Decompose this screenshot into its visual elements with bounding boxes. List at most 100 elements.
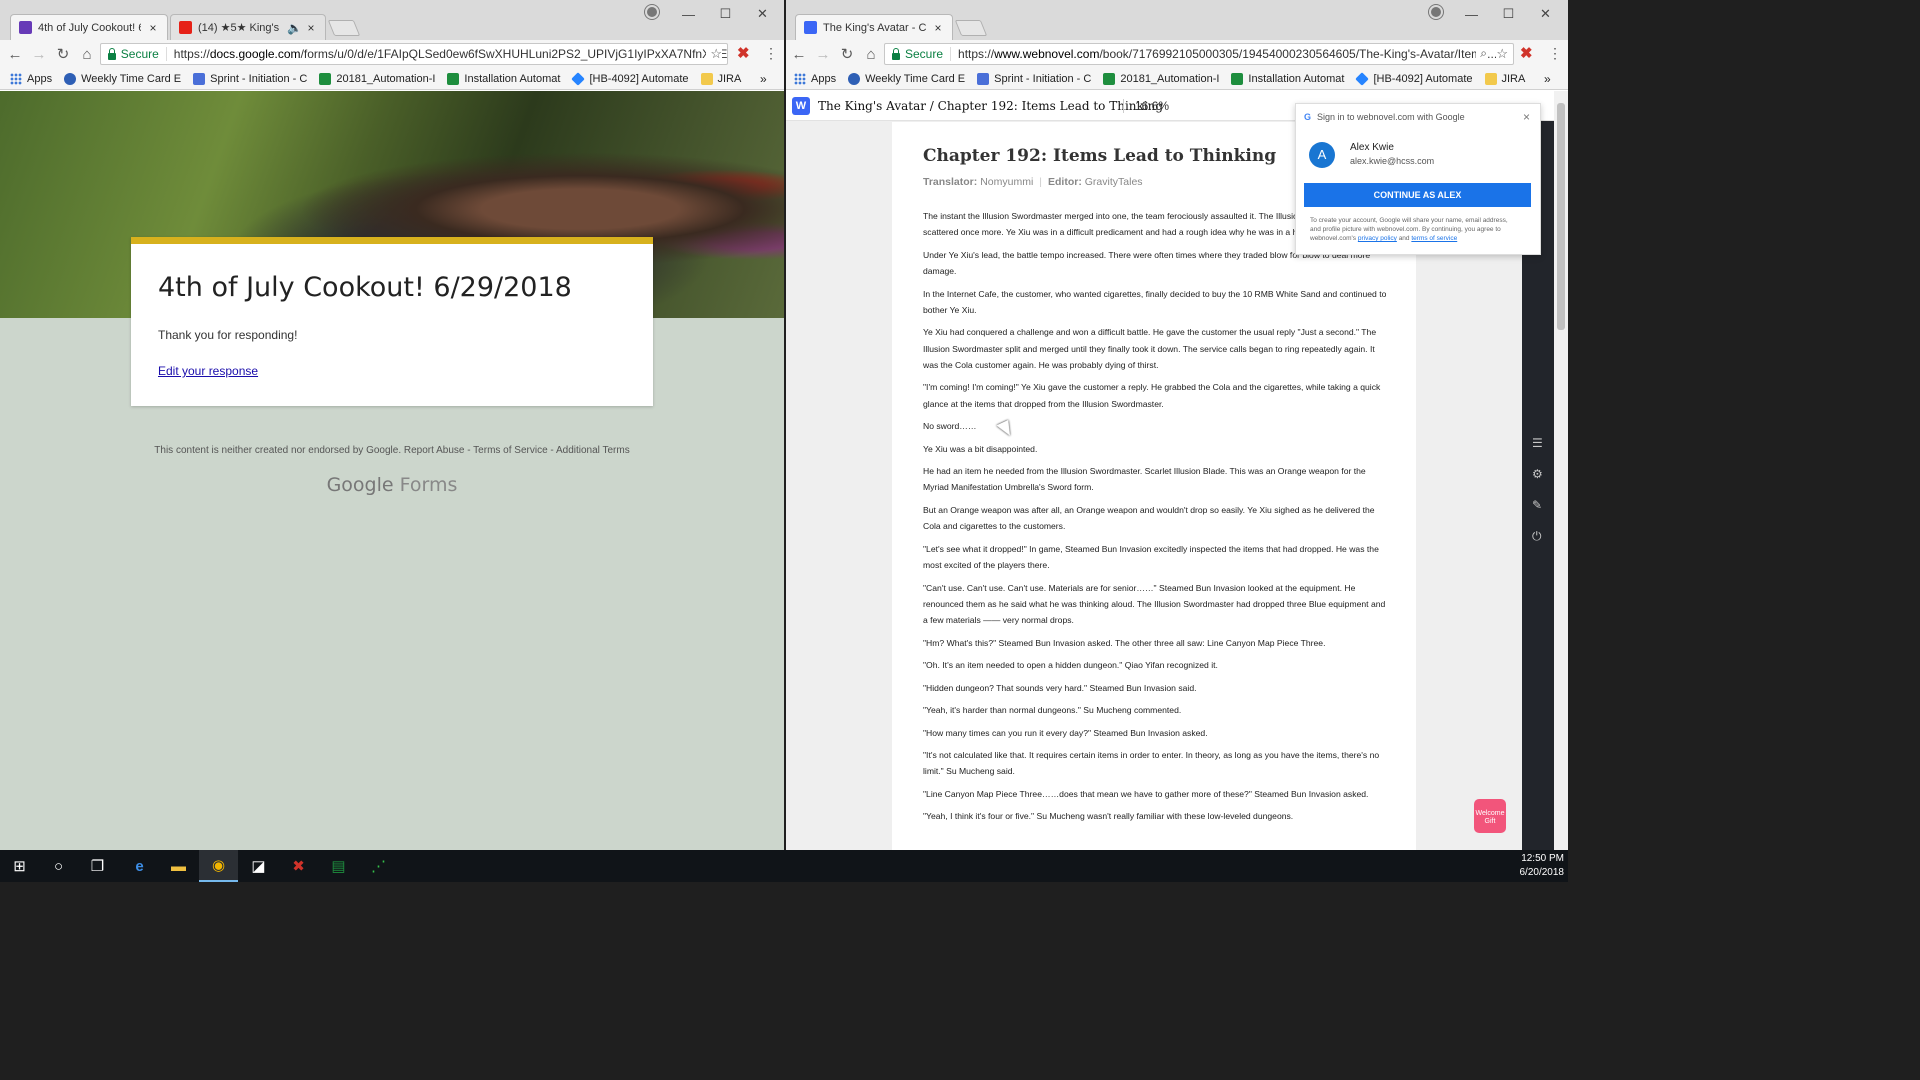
close-window-icon[interactable]: ✕ bbox=[744, 6, 781, 22]
signin-header: G Sign in to webnovel.com with Google bbox=[1304, 112, 1465, 122]
tab-youtube[interactable]: (14) ★5★ King's Avata 🔈 × bbox=[170, 14, 326, 40]
account-name[interactable]: Alex Kwie bbox=[1350, 142, 1394, 153]
sheets-app-icon[interactable]: ▤ bbox=[319, 850, 358, 882]
back-icon[interactable]: ← bbox=[3, 46, 27, 63]
bookmarks-overflow-icon[interactable]: » bbox=[1544, 72, 1551, 86]
sheet-icon bbox=[1231, 72, 1244, 85]
right-browser-window: The King's Avatar - Chap × — ☐ ✕ ← → ↻ ⌂… bbox=[786, 0, 1568, 850]
bookmark-item[interactable]: Installation Automat bbox=[447, 72, 560, 85]
reader-page: W The King's Avatar / Chapter 192: Items… bbox=[786, 91, 1568, 850]
menu-icon[interactable]: ⋮ bbox=[1548, 45, 1562, 62]
close-tab-icon[interactable]: × bbox=[305, 21, 317, 35]
chapter-paragraph: "I'm coming! I'm coming!" Ye Xiu gave th… bbox=[923, 382, 1381, 409]
sheet-icon bbox=[1103, 72, 1116, 85]
bookmark-item[interactable]: JIRA bbox=[1484, 72, 1525, 85]
bookmark-item[interactable]: Sprint - Initiation - C bbox=[977, 72, 1091, 85]
search-cortana-icon[interactable]: ○ bbox=[39, 850, 78, 882]
minimize-icon[interactable]: — bbox=[1453, 7, 1490, 22]
jira-icon bbox=[1355, 71, 1370, 86]
maximize-icon[interactable]: ☐ bbox=[707, 6, 744, 22]
sheet-icon bbox=[447, 72, 460, 85]
comments-icon[interactable]: ✎ bbox=[1532, 498, 1542, 512]
left-browser-window: 4th of July Cookout! 6/29 × (14) ★5★ Kin… bbox=[0, 0, 784, 850]
audio-playing-icon[interactable]: 🔈 bbox=[287, 21, 302, 35]
bookmark-apps[interactable]: Apps bbox=[10, 72, 52, 85]
bookmark-item[interactable]: Sprint - Initiation - C bbox=[193, 72, 307, 85]
system-clock[interactable]: 12:50 PM 6/20/2018 bbox=[1520, 852, 1565, 880]
reload-icon[interactable]: ↻ bbox=[835, 45, 859, 63]
sticky-app-icon[interactable]: ◪ bbox=[239, 850, 278, 882]
extension-icon[interactable]: ✖ bbox=[737, 44, 750, 62]
minimize-icon[interactable]: — bbox=[670, 7, 707, 22]
task-view-icon[interactable]: ❐ bbox=[78, 850, 117, 882]
new-tab-button[interactable] bbox=[954, 20, 988, 36]
address-bar[interactable]: Secure https://www.webnovel.com/book/717… bbox=[884, 43, 1514, 65]
zoom-search-icon[interactable]: ⌕ bbox=[1476, 46, 1487, 61]
file-explorer-icon[interactable]: ▬ bbox=[159, 850, 198, 882]
tab-strip: The King's Avatar - Chap × — ☐ ✕ bbox=[786, 0, 1568, 40]
windows-taskbar: ⊞ ○ ❐ e ▬ ◉ ◪ ✖ ▤ ⋰ 12:50 PM 6/20/2018 bbox=[0, 850, 1568, 882]
bookmark-item[interactable]: 20181_Automation-I bbox=[319, 72, 435, 85]
close-tab-icon[interactable]: × bbox=[147, 21, 159, 35]
home-icon[interactable]: ⌂ bbox=[75, 46, 99, 63]
power-icon[interactable]: ⏻ bbox=[1532, 529, 1542, 544]
bookmark-star-icon[interactable]: ☆ bbox=[706, 46, 722, 62]
settings-icon[interactable]: ⚙ bbox=[1532, 467, 1543, 481]
green-app-icon[interactable]: ⋰ bbox=[359, 850, 398, 882]
bookmark-item[interactable]: Weekly Time Card E bbox=[64, 72, 181, 85]
privacy-policy-link[interactable]: privacy policy bbox=[1358, 235, 1397, 242]
restore-icon[interactable]: ☐ bbox=[1490, 6, 1527, 22]
reload-icon[interactable]: ↻ bbox=[51, 45, 75, 63]
extension-icon[interactable]: ✖ bbox=[1520, 44, 1533, 62]
start-windows-icon[interactable]: ⊞ bbox=[0, 850, 39, 882]
tools-app-icon[interactable]: ✖ bbox=[279, 850, 318, 882]
bookmark-star-icon[interactable]: ☆ bbox=[1496, 46, 1508, 62]
terms-link[interactable]: terms of service bbox=[1411, 235, 1457, 242]
chapter-paragraph: "How many times can you run it every day… bbox=[923, 727, 1208, 738]
scroll-thumb[interactable] bbox=[1557, 103, 1565, 330]
account-avatar[interactable]: A bbox=[1309, 142, 1335, 168]
bookmark-item[interactable]: [HB-4092] Automate bbox=[1355, 71, 1473, 86]
chapter-paragraph: "Hidden dungeon? That sounds very hard."… bbox=[923, 682, 1197, 693]
google-signin-popup: G Sign in to webnovel.com with Google × A… bbox=[1295, 103, 1541, 255]
account-email[interactable]: alex.kwie@hcss.com bbox=[1350, 156, 1434, 166]
chapter-paragraph: "Line Canyon Map Piece Three……does that … bbox=[923, 788, 1369, 799]
close-window-icon[interactable]: ✕ bbox=[1527, 6, 1564, 22]
disclaimer-text[interactable]: This content is neither created nor endo… bbox=[0, 445, 784, 456]
confirmation-message: Thank you for responding! bbox=[158, 328, 298, 342]
forward-icon[interactable]: → bbox=[27, 46, 51, 63]
bookmark-item[interactable]: 20181_Automation-I bbox=[1103, 72, 1219, 85]
breadcrumb[interactable]: The King's Avatar / Chapter 192: Items L… bbox=[818, 99, 1163, 113]
edit-response-link[interactable]: Edit your response bbox=[158, 364, 258, 378]
bookmarks-bar: Apps Weekly Time Card E Sprint - Initiat… bbox=[0, 68, 784, 90]
welcome-gift-button[interactable]: Welcome Gift bbox=[1474, 799, 1506, 833]
bookmark-item[interactable]: [HB-4092] Automate bbox=[571, 71, 689, 86]
close-popup-icon[interactable]: × bbox=[1523, 110, 1530, 124]
response-card: 4th of July Cookout! 6/29/2018 Thank you… bbox=[131, 237, 653, 406]
chapter-paragraph: "Oh. It's an item needed to open a hidde… bbox=[923, 660, 1218, 671]
bookmark-item[interactable]: Installation Automat bbox=[1231, 72, 1344, 85]
chrome-icon[interactable]: ◉ bbox=[199, 850, 238, 882]
bookmark-item[interactable]: Weekly Time Card E bbox=[848, 72, 965, 85]
new-tab-button[interactable] bbox=[327, 20, 361, 36]
profile-icon[interactable] bbox=[645, 5, 659, 19]
back-icon[interactable]: ← bbox=[787, 46, 811, 63]
bookmarks-overflow-icon[interactable]: » bbox=[760, 72, 767, 86]
tab-webnovel[interactable]: The King's Avatar - Chap × bbox=[795, 14, 953, 40]
close-tab-icon[interactable]: × bbox=[932, 21, 944, 35]
menu-icon[interactable]: ⋮ bbox=[764, 45, 778, 62]
table-of-contents-icon[interactable]: ☰ bbox=[1532, 436, 1543, 450]
edge-browser-icon[interactable]: e bbox=[120, 850, 159, 882]
address-bar[interactable]: Secure https://docs.google.com/forms/u/0… bbox=[100, 43, 728, 65]
home-icon[interactable]: ⌂ bbox=[859, 46, 883, 63]
webnovel-logo-icon[interactable]: W bbox=[792, 97, 810, 115]
tab-forms[interactable]: 4th of July Cookout! 6/29 × bbox=[10, 14, 168, 40]
profile-icon[interactable] bbox=[1429, 5, 1443, 19]
scrollbar[interactable] bbox=[1554, 91, 1568, 850]
forward-icon[interactable]: → bbox=[811, 46, 835, 63]
continue-button[interactable]: CONTINUE AS ALEX bbox=[1304, 183, 1531, 207]
bookmark-item[interactable]: JIRA bbox=[700, 72, 741, 85]
window-controls: — ☐ ✕ bbox=[670, 2, 781, 26]
folder-icon bbox=[700, 72, 713, 85]
bookmark-apps[interactable]: Apps bbox=[794, 72, 836, 85]
